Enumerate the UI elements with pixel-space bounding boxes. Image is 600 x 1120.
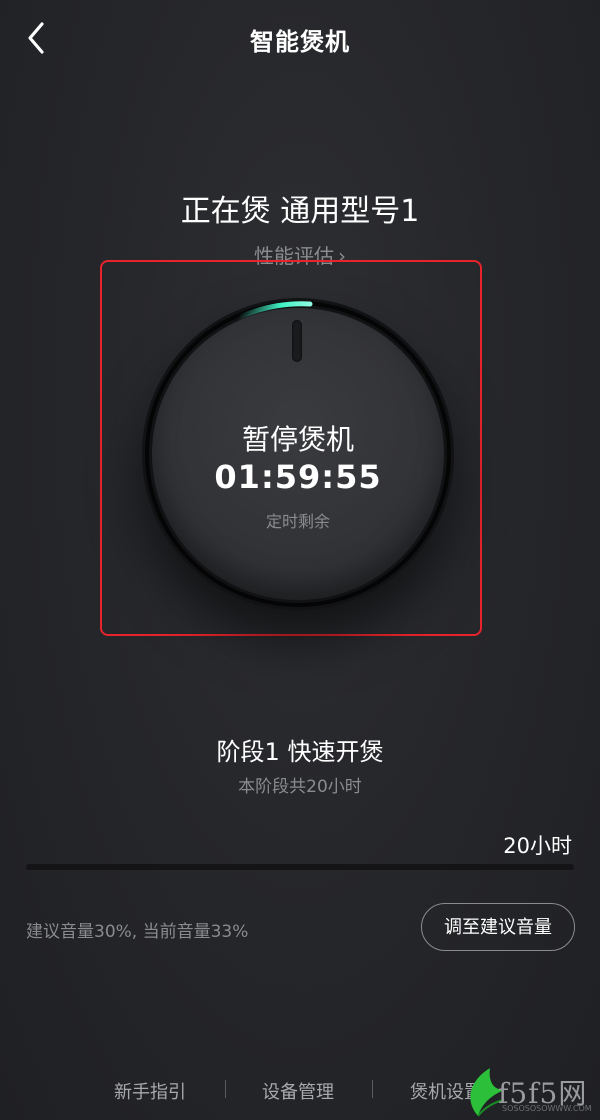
nav-device-management[interactable]: 设备管理 — [262, 1078, 334, 1104]
dial-indicator-mark — [292, 320, 302, 362]
remaining-time: 01:59:55 — [214, 458, 382, 496]
stage-title: 阶段1 快速开煲 — [216, 738, 384, 766]
nav-divider — [225, 1080, 226, 1098]
nav-divider — [372, 1080, 373, 1098]
watermark-small-text: SOSOSOSOWWW.COM — [502, 1104, 592, 1113]
stage-progress-fill — [26, 864, 574, 870]
page-title: 智能煲机 — [250, 28, 350, 56]
adjust-to-recommended-volume-button[interactable]: 调至建议音量 — [421, 903, 575, 951]
stage-progress-bar — [26, 864, 574, 870]
nav-beginner-guide[interactable]: 新手指引 — [114, 1078, 186, 1104]
remaining-time-caption: 定时剩余 — [265, 512, 330, 531]
dial-action-label: 暂停煲机 — [241, 423, 354, 456]
stage-subtitle: 本阶段共20小时 — [238, 777, 362, 797]
volume-recommendation-text: 建议音量30%, 当前音量33% — [26, 922, 249, 942]
progress-value-label: 20小时 — [503, 834, 572, 858]
device-status-title: 正在煲 通用型号1 — [180, 194, 420, 229]
header: 智能煲机 — [0, 0, 600, 80]
